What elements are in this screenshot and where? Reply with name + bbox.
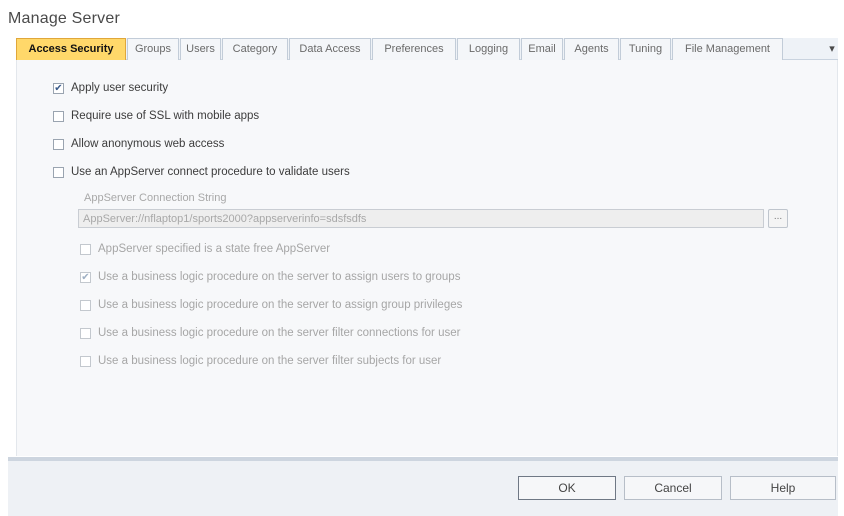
filter-subjects-checkbox[interactable] <box>80 355 91 367</box>
state-free-checkbox[interactable] <box>80 243 91 255</box>
cancel-button[interactable]: Cancel <box>624 476 722 500</box>
use-appserver-label: Use an AppServer connect procedure to va… <box>71 166 350 178</box>
use-appserver-option[interactable]: Use an AppServer connect procedure to va… <box>53 164 350 180</box>
assign-groups-label: Use a business logic procedure on the se… <box>98 271 461 283</box>
require-ssl-checkbox[interactable] <box>53 110 64 122</box>
filter-connections-option[interactable]: Use a business logic procedure on the se… <box>80 325 460 341</box>
state-free-option[interactable]: AppServer specified is a state free AppS… <box>80 241 330 257</box>
tab-groups[interactable]: Groups <box>127 38 179 60</box>
tab-users[interactable]: Users <box>180 38 221 60</box>
connection-string-label: AppServer Connection String <box>84 192 227 204</box>
assign-privileges-label: Use a business logic procedure on the se… <box>98 299 463 311</box>
tab-email[interactable]: Email <box>521 38 563 60</box>
state-free-label: AppServer specified is a state free AppS… <box>98 243 331 255</box>
require-ssl-option[interactable]: Require use of SSL with mobile apps <box>53 108 259 124</box>
manage-server-window: Manage Server Access Security Groups Use… <box>0 0 844 516</box>
tab-overflow-chevron-icon[interactable]: ▾ <box>824 41 840 57</box>
tab-strip: Access Security Groups Users Category Da… <box>16 38 838 60</box>
use-appserver-checkbox[interactable] <box>53 166 64 178</box>
require-ssl-label: Require use of SSL with mobile apps <box>71 110 260 122</box>
tab-access-security[interactable]: Access Security <box>16 38 126 60</box>
tab-tuning[interactable]: Tuning <box>620 38 671 60</box>
tab-file-management[interactable]: File Management <box>672 38 783 60</box>
help-button[interactable]: Help <box>730 476 836 500</box>
allow-anonymous-label: Allow anonymous web access <box>71 138 225 150</box>
tab-logging[interactable]: Logging <box>457 38 520 60</box>
filter-connections-label: Use a business logic procedure on the se… <box>98 327 461 339</box>
tab-data-access[interactable]: Data Access <box>289 38 371 60</box>
tab-agents[interactable]: Agents <box>564 38 619 60</box>
ok-button[interactable]: OK <box>518 476 616 500</box>
connection-string-input[interactable] <box>78 209 764 228</box>
assign-groups-checkbox[interactable]: ✔ <box>80 271 91 283</box>
filter-subjects-label: Use a business logic procedure on the se… <box>98 355 442 367</box>
filter-subjects-option[interactable]: Use a business logic procedure on the se… <box>80 353 441 369</box>
browse-connection-button[interactable]: ... <box>768 209 788 228</box>
assign-privileges-option[interactable]: Use a business logic procedure on the se… <box>80 297 462 313</box>
window-title: Manage Server <box>8 10 120 27</box>
assign-groups-option[interactable]: ✔ Use a business logic procedure on the … <box>80 269 460 285</box>
apply-user-security-checkbox[interactable]: ✔ <box>53 82 64 94</box>
allow-anonymous-checkbox[interactable] <box>53 138 64 150</box>
apply-user-security-option[interactable]: ✔ Apply user security <box>53 80 168 96</box>
filter-connections-checkbox[interactable] <box>80 327 91 339</box>
tab-category[interactable]: Category <box>222 38 288 60</box>
assign-privileges-checkbox[interactable] <box>80 299 91 311</box>
tab-preferences[interactable]: Preferences <box>372 38 456 60</box>
allow-anonymous-option[interactable]: Allow anonymous web access <box>53 136 224 152</box>
apply-user-security-label: Apply user security <box>71 82 169 94</box>
